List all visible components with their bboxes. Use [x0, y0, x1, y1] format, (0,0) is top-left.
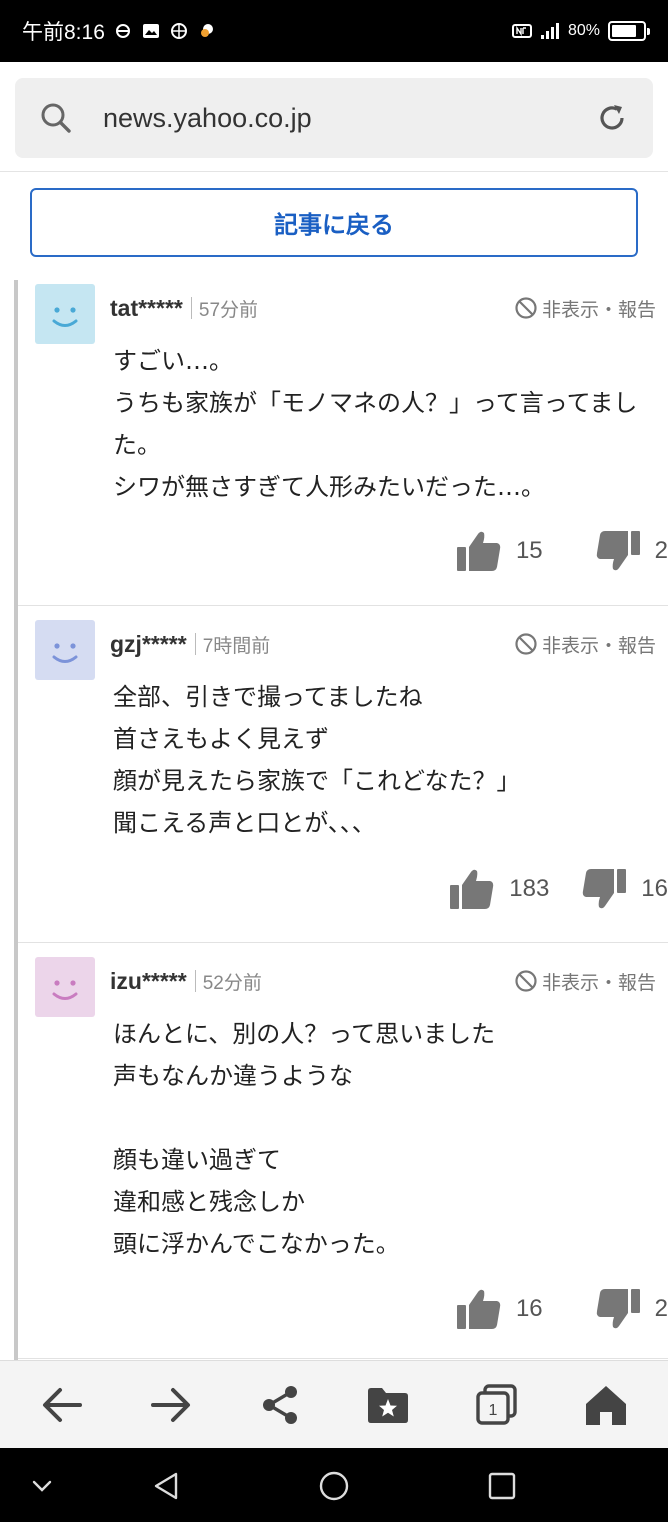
data-saver-icon: [115, 24, 130, 38]
comment-username[interactable]: izu*****: [110, 968, 187, 995]
dislike-count: 16: [641, 875, 668, 902]
battery-icon: [608, 21, 650, 41]
hide-report-button[interactable]: 非表示・報告: [514, 631, 656, 658]
thumbs-up-icon: [456, 531, 501, 571]
like-button[interactable]: 15: [456, 530, 543, 572]
share-icon: [262, 1385, 297, 1424]
triangle-back-icon: [154, 1472, 178, 1500]
reload-icon[interactable]: [595, 101, 629, 135]
home-icon: [585, 1385, 626, 1425]
avatar: [35, 957, 95, 1017]
comment-list[interactable]: tat***** 57分前 非表示・報告 すごい…。 うちも家族が「モノマネの人…: [14, 280, 668, 1360]
status-bar: 午前8:16 80%: [0, 0, 668, 62]
forward-button[interactable]: [141, 1375, 201, 1435]
tabs-button[interactable]: 1: [467, 1375, 527, 1435]
dislike-button[interactable]: 2: [595, 530, 668, 572]
dislike-count: 2: [654, 537, 668, 564]
comment-username[interactable]: gzj*****: [110, 631, 187, 658]
url-text[interactable]: news.yahoo.co.jp: [103, 103, 595, 134]
like-button[interactable]: 183: [449, 868, 549, 910]
block-icon: [515, 297, 537, 319]
back-to-article-label: 記事に戻る: [274, 211, 394, 239]
search-icon: [41, 103, 71, 133]
comment-time: 57分前: [198, 299, 259, 321]
comment-item: gzj***** 7時間前 非表示・報告 全部、引きで撮ってましたね 首さえもよ…: [18, 606, 668, 943]
dislike-button[interactable]: 2: [595, 1288, 668, 1330]
thumbs-up-icon: [450, 869, 494, 909]
square-recents-icon: [488, 1472, 516, 1500]
globe-icon: [170, 23, 187, 39]
tab-count: 1: [489, 1402, 498, 1419]
chevron-down-icon: [32, 1480, 52, 1492]
divider: [190, 297, 192, 319]
dislike-count: 2: [654, 1295, 668, 1322]
back-arrow-icon: [43, 1387, 83, 1422]
divider: [194, 970, 196, 992]
battery-level: [612, 25, 636, 37]
comment-item: tat***** 57分前 非表示・報告 すごい…。 うちも家族が「モノマネの人…: [18, 280, 668, 606]
thumbs-down-icon: [596, 531, 640, 571]
weather-icon: [200, 24, 213, 37]
status-time: 午前8:16: [22, 21, 105, 44]
smiley-icon: [52, 980, 78, 1000]
comment-text: ほんとに、別の人？って思いました 声もなんか違うような 顔も違い過ぎて 違和感と…: [113, 1020, 496, 1258]
hide-report-button[interactable]: 非表示・報告: [514, 968, 656, 995]
block-icon: [515, 633, 537, 655]
nfc-icon: [511, 24, 532, 38]
avatar: [35, 620, 95, 680]
home-button[interactable]: [576, 1375, 636, 1435]
browser-header: news.yahoo.co.jp: [0, 62, 668, 172]
browser-toolbar: 1: [0, 1360, 668, 1448]
divider: [194, 633, 196, 655]
back-button[interactable]: [32, 1375, 92, 1435]
url-bar[interactable]: news.yahoo.co.jp: [15, 78, 653, 158]
thumbs-down-icon: [583, 869, 627, 909]
forward-arrow-icon: [150, 1387, 190, 1422]
comment-text: すごい…。 うちも家族が「モノマネの人？」って言ってました。 シワが無さすぎて人…: [113, 347, 638, 501]
nav-home-button[interactable]: [314, 1468, 354, 1504]
share-button[interactable]: [250, 1375, 310, 1435]
hide-report-button[interactable]: 非表示・報告: [514, 295, 656, 322]
comment-text: 全部、引きで撮ってましたね 首さえもよく見えず 顔が見えたら家族で「これどなた？…: [113, 683, 521, 837]
like-count: 183: [509, 875, 550, 902]
hide-report-label: 非表示・報告: [541, 634, 656, 657]
block-icon: [515, 970, 537, 992]
nav-back-button[interactable]: [146, 1468, 186, 1504]
like-count: 16: [515, 1295, 543, 1322]
smiley-icon: [52, 307, 78, 327]
like-button[interactable]: 16: [456, 1288, 543, 1330]
back-to-article-button[interactable]: 記事に戻る: [30, 188, 638, 257]
battery-percent: 80%: [567, 22, 600, 39]
circle-home-icon: [319, 1471, 349, 1501]
tabs-icon: 1: [476, 1383, 517, 1425]
hide-report-label: 非表示・報告: [541, 971, 656, 994]
nav-collapse-button[interactable]: [22, 1468, 62, 1504]
thumbs-up-icon: [456, 1289, 501, 1329]
hide-report-label: 非表示・報告: [541, 298, 656, 321]
bookmark-icon: [368, 1387, 409, 1423]
system-nav-bar: [0, 1448, 668, 1522]
smiley-icon: [52, 643, 78, 663]
nav-recents-button[interactable]: [482, 1468, 522, 1504]
image-icon: [142, 24, 159, 38]
like-count: 15: [515, 537, 543, 564]
comment-item: izu***** 52分前 非表示・報告 ほんとに、別の人？って思いました 声も…: [18, 943, 668, 1359]
comment-time: 7時間前: [202, 635, 271, 657]
comment-time: 52分前: [202, 972, 262, 994]
dislike-button[interactable]: 16: [581, 868, 668, 910]
comment-username[interactable]: tat*****: [110, 295, 183, 322]
avatar: [35, 284, 95, 344]
bookmark-button[interactable]: [358, 1375, 418, 1435]
signal-icon: [540, 23, 559, 39]
thumbs-down-icon: [596, 1289, 640, 1329]
